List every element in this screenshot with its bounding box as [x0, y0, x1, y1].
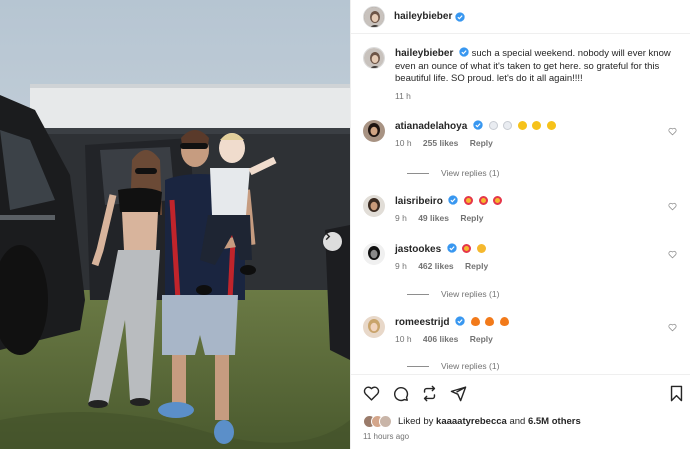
post-photo[interactable] [0, 0, 350, 449]
fire-emoji [500, 317, 510, 326]
view-replies-label: View replies (1) [441, 361, 500, 371]
divider [407, 365, 429, 367]
view-replies-label: View replies (1) [441, 168, 500, 178]
comment-time: 9 h [395, 261, 407, 271]
fire-emoji [470, 317, 480, 326]
caption-avatar[interactable] [363, 47, 385, 69]
caption-time: 11 h [395, 90, 411, 101]
likes-summary: Liked by kaaaatyrebecca and 6.5M others [363, 415, 581, 428]
avatar-photo [363, 195, 385, 217]
verified-badge-icon [455, 11, 466, 22]
comment-time: 9 h [395, 213, 407, 223]
comment-time: 10 h [395, 334, 412, 344]
view-replies-button[interactable]: View replies (1) [407, 168, 499, 178]
commenter-avatar[interactable] [363, 243, 385, 265]
comment-likes[interactable]: 462 likes [418, 261, 453, 271]
comment-likes[interactable]: 406 likes [423, 334, 458, 344]
avatar-photo [364, 48, 384, 68]
avatar-photo [363, 243, 385, 265]
caption: haileybieber such a special weekend. nob… [363, 47, 685, 102]
avatar-photo [363, 316, 385, 338]
white-heart-emoji [488, 121, 498, 130]
commenter-avatar[interactable] [363, 120, 385, 142]
verified-badge-icon [448, 195, 459, 205]
liker-avatar [379, 415, 392, 428]
comment-item: jastookes 9 h 462 likes Reply [363, 243, 497, 271]
view-replies-button[interactable]: View replies (1) [407, 289, 499, 299]
heart-eyes-emoji [462, 244, 472, 253]
verified-badge-icon [473, 120, 483, 130]
comment-body: romeestrijd 10 h 406 likes Reply [395, 316, 510, 344]
divider [407, 293, 429, 295]
verified-badge-icon [459, 47, 469, 57]
action-bar [363, 385, 467, 402]
bookmark-icon[interactable] [668, 385, 685, 402]
comment-body: atianadelahoya 10 h 255 likes Reply [395, 120, 557, 148]
likes-count[interactable]: 6.5M others [528, 416, 581, 427]
reply-button[interactable]: Reply [465, 261, 488, 271]
comment-time: 10 h [395, 138, 412, 148]
comment-body: laisribeiro 9 h 49 likes Reply [395, 195, 503, 223]
likes-prefix: Liked by [398, 416, 434, 427]
avatar-photo [363, 120, 385, 142]
verified-badge-icon [455, 316, 465, 326]
heart-icon[interactable] [363, 385, 380, 402]
comment-like-icon[interactable] [668, 250, 677, 259]
sun-emoji [532, 121, 542, 130]
divider [407, 172, 429, 174]
view-replies-label: View replies (1) [441, 289, 500, 299]
likes-and: and [509, 416, 526, 427]
comment-item: atianadelahoya 10 h 255 likes Reply [363, 120, 557, 148]
comment-like-icon[interactable] [668, 202, 677, 211]
comment-like-icon[interactable] [668, 323, 677, 332]
verified-badge-icon [447, 243, 457, 253]
next-photo-button[interactable] [323, 232, 342, 251]
heart-eyes-emoji [478, 196, 488, 205]
commenter-username[interactable]: jastookes [395, 244, 441, 255]
grinning-emoji [477, 244, 487, 253]
comment-icon[interactable] [392, 385, 409, 402]
author-username[interactable]: haileybieber [394, 11, 452, 22]
commenter-avatar[interactable] [363, 316, 385, 338]
fire-emoji [485, 317, 495, 326]
caption-username[interactable]: haileybieber [395, 48, 453, 59]
author-avatar[interactable] [363, 5, 385, 28]
post-actions: Liked by kaaaatyrebecca and 6.5M others … [351, 374, 690, 449]
heart-eyes-emoji [493, 196, 503, 205]
comments-list[interactable]: haileybieber such a special weekend. nob… [351, 35, 690, 373]
sun-emoji [547, 121, 557, 130]
comment-likes[interactable]: 49 likes [418, 213, 449, 223]
post-header: haileybieber [351, 0, 690, 34]
commenter-username[interactable]: atianadelahoya [395, 121, 467, 132]
view-replies-button[interactable]: View replies (1) [407, 361, 499, 371]
reply-button[interactable]: Reply [460, 213, 483, 223]
heart-eyes-emoji [464, 196, 474, 205]
comment-item: laisribeiro 9 h 49 likes Reply [363, 195, 503, 223]
white-heart-emoji [503, 121, 513, 130]
send-icon[interactable] [450, 385, 467, 402]
repost-icon[interactable] [421, 385, 438, 402]
comment-likes[interactable]: 255 likes [423, 138, 458, 148]
reply-button[interactable]: Reply [470, 334, 493, 344]
sun-emoji [517, 121, 527, 130]
chevron-right-icon [325, 232, 331, 241]
comment-body: jastookes 9 h 462 likes Reply [395, 243, 497, 271]
comment-item: romeestrijd 10 h 406 likes Reply [363, 316, 510, 344]
post-image [0, 0, 350, 449]
commenter-username[interactable]: laisribeiro [395, 196, 443, 207]
comment-like-icon[interactable] [668, 127, 677, 136]
post-side-panel: haileybieber haileybieber such a special… [350, 0, 690, 449]
post-timestamp[interactable]: 11 hours ago [363, 432, 409, 441]
commenter-avatar[interactable] [363, 195, 385, 217]
caption-body: haileybieber such a special weekend. nob… [395, 47, 685, 102]
liker-username[interactable]: kaaaatyrebecca [436, 416, 507, 427]
commenter-username[interactable]: romeestrijd [395, 317, 449, 328]
avatar-photo [364, 6, 384, 27]
reply-button[interactable]: Reply [470, 138, 493, 148]
